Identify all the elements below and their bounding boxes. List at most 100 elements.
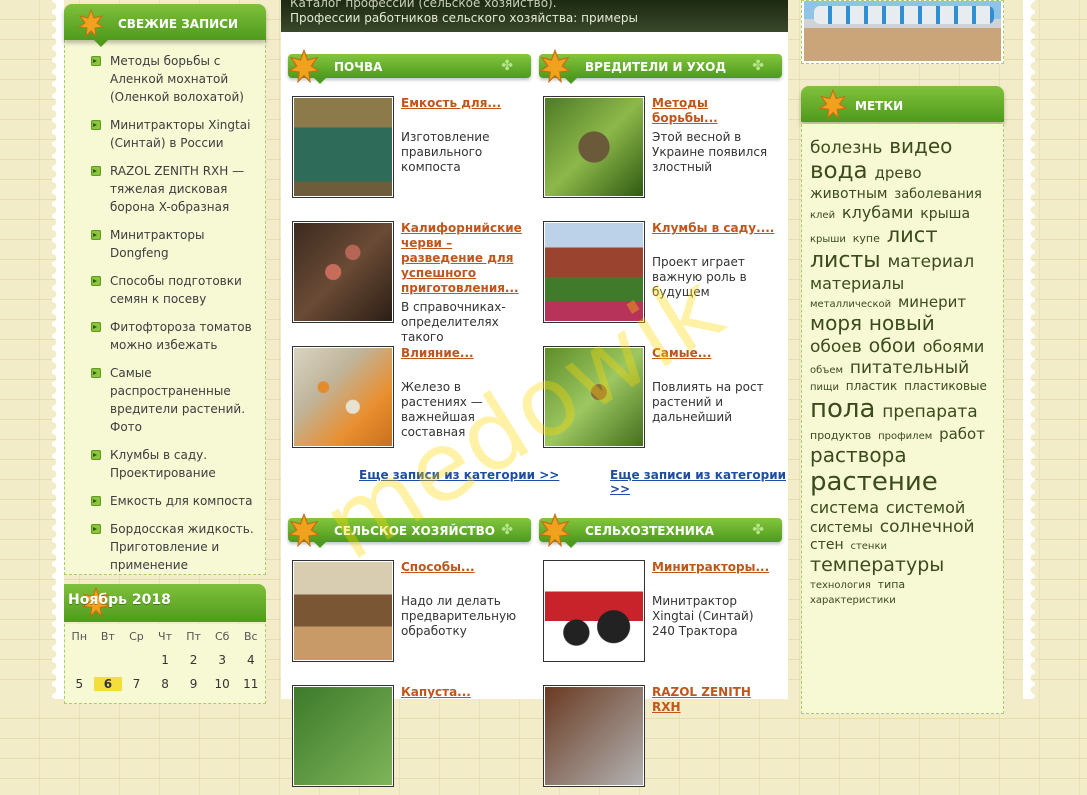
category-header-pests[interactable]: ВРЕДИТЕЛИ И УХОД ✤ <box>535 44 782 84</box>
tag-link[interactable]: стен <box>810 537 844 553</box>
post-title-link[interactable]: Минитракторы... <box>652 560 777 575</box>
tag-link[interactable]: заболевания <box>894 187 982 202</box>
post-thumbnail[interactable] <box>543 346 645 448</box>
recent-post-item[interactable]: Способы подготовки семян к посеву <box>83 272 259 308</box>
recent-post-link[interactable]: Методы борьбы с Аленкой мохнатой (Оленко… <box>110 54 244 104</box>
tag-link[interactable]: объем <box>810 365 843 376</box>
calendar-day[interactable]: 10 <box>208 677 237 691</box>
menu-link[interactable]: Каталог профессий (сельское хозяйство). <box>290 0 557 10</box>
recent-post-link[interactable]: Самые распространенные вредители растени… <box>110 366 245 434</box>
post-title-link[interactable]: Клумбы в саду.... <box>652 221 777 236</box>
recent-post-link[interactable]: Бордосская жидкость. Приготовление и при… <box>110 522 254 572</box>
tag-link[interactable]: препарата <box>882 402 977 422</box>
recent-post-item[interactable]: RAZOL ZENITH RXH — тяжелая дисковая боро… <box>83 162 259 216</box>
tag-link[interactable]: материалы <box>810 274 904 293</box>
recent-post-link[interactable]: Способы подготовки семян к посеву <box>110 274 242 306</box>
menu-link[interactable]: Профессии работников сельского хозяйства… <box>290 11 638 25</box>
recent-post-item[interactable]: Самые распространенные вредители растени… <box>83 364 259 436</box>
tag-link[interactable]: обои <box>869 335 916 357</box>
tag-link[interactable]: вода <box>810 158 868 184</box>
post-card[interactable]: Способы... Надо ли делать предварительную… <box>292 560 537 670</box>
post-title-link[interactable]: RAZOL ZENITH RXH <box>652 685 777 715</box>
tag-link[interactable]: системой <box>886 498 965 517</box>
recent-post-link[interactable]: Фитофтороза томатов можно избежать <box>110 320 252 352</box>
tag-link[interactable]: работ <box>939 425 985 443</box>
tag-link[interactable]: растение <box>810 467 938 497</box>
recent-post-link[interactable]: Минитракторы Xingtai (Синтай) в России <box>110 118 250 150</box>
tag-link[interactable]: питательный <box>850 358 969 378</box>
tag-link[interactable]: металлической <box>810 299 891 310</box>
tag-link[interactable]: пола <box>810 394 875 424</box>
tag-link[interactable]: температуры <box>810 554 944 576</box>
recent-post-link[interactable]: Емкость для компоста <box>110 494 252 508</box>
tag-link[interactable]: минерит <box>898 293 966 311</box>
recent-post-link[interactable]: Минитракторы Dongfeng <box>110 228 204 260</box>
category-header-soil[interactable]: ПОЧВА ✤ <box>284 44 531 84</box>
calendar-day[interactable]: 1 <box>151 653 180 667</box>
tag-link[interactable]: пластиковые <box>904 379 987 393</box>
tag-link[interactable]: профилем <box>878 431 932 442</box>
recent-post-item[interactable]: Фитофтороза томатов можно избежать <box>83 318 259 354</box>
recent-post-link[interactable]: RAZOL ZENITH RXH — тяжелая дисковая боро… <box>110 164 244 214</box>
calendar-day[interactable]: 11 <box>236 677 265 691</box>
recent-post-item[interactable]: Емкость для компоста <box>83 492 259 510</box>
post-card[interactable]: Минитракторы... Минитрактор Xingtai (Синт… <box>543 560 788 670</box>
recent-post-item[interactable]: Методы борьбы с Аленкой мохнатой (Оленко… <box>83 52 259 106</box>
tag-link[interactable]: животным <box>810 186 887 202</box>
tag-link[interactable]: обоев <box>810 337 862 357</box>
post-thumbnail[interactable] <box>543 96 645 198</box>
category-header-agriculture[interactable]: СЕЛЬСКОЕ ХОЗЯЙСТВО ✤ <box>284 508 531 548</box>
tag-link[interactable]: пластик <box>846 379 898 393</box>
tag-link[interactable]: крыша <box>920 206 970 222</box>
post-thumbnail[interactable] <box>543 221 645 323</box>
post-title-link[interactable]: Емкость для... <box>401 96 526 111</box>
post-thumbnail[interactable] <box>292 560 394 662</box>
post-thumbnail[interactable] <box>543 685 645 787</box>
category-header-machinery[interactable]: СЕЛЬХОЗТЕХНИКА ✤ <box>535 508 782 548</box>
tag-link[interactable]: видео <box>889 134 952 158</box>
post-thumbnail[interactable] <box>292 221 394 323</box>
recent-post-item[interactable]: Клумбы в саду. Проектирование <box>83 446 259 482</box>
post-card[interactable]: Клумбы в саду.... Проект играет важную ро… <box>543 221 788 331</box>
more-posts-link-soil[interactable]: Еще записи из категории >> <box>359 468 559 482</box>
tag-link[interactable]: система <box>810 498 879 517</box>
post-thumbnail[interactable] <box>292 685 394 787</box>
recent-post-item[interactable]: Минитракторы Dongfeng <box>83 226 259 262</box>
tag-link[interactable]: новый <box>869 311 935 335</box>
post-title-link[interactable]: Методы борьбы... <box>652 96 777 126</box>
calendar-day[interactable]: 4 <box>236 653 265 667</box>
tag-link[interactable]: листы <box>810 248 881 273</box>
post-card[interactable]: RAZOL ZENITH RXH <box>543 685 788 795</box>
calendar-day[interactable]: 6 <box>93 677 123 691</box>
tag-link[interactable]: продуктов <box>810 429 871 442</box>
tag-link[interactable]: характеристики <box>810 595 896 606</box>
tag-link[interactable]: болезнь <box>810 138 882 158</box>
post-title-link[interactable]: Самые... <box>652 346 777 361</box>
tag-link[interactable]: клей <box>810 210 835 221</box>
tag-link[interactable]: технология <box>810 580 871 591</box>
recent-post-item[interactable]: Минитракторы Xingtai (Синтай) в России <box>83 116 259 152</box>
tag-link[interactable]: системы <box>810 520 873 536</box>
tag-link[interactable]: крыши <box>810 234 846 245</box>
tag-link[interactable]: солнечной <box>880 517 975 537</box>
recent-post-link[interactable]: Клумбы в саду. Проектирование <box>110 448 216 480</box>
calendar-day[interactable]: 3 <box>208 653 237 667</box>
tag-link[interactable]: обоями <box>923 337 985 356</box>
post-card[interactable]: Капуста... <box>292 685 537 795</box>
calendar-day[interactable]: 2 <box>179 653 208 667</box>
seeder-banner[interactable] <box>801 0 1004 64</box>
tag-link[interactable]: стенки <box>850 541 887 552</box>
tag-link[interactable]: моря <box>810 311 862 335</box>
tag-link[interactable]: пищи <box>810 382 839 393</box>
post-card[interactable]: Влияние... Железо в растениях — важнейшая… <box>292 346 537 456</box>
tag-link[interactable]: клубами <box>842 203 914 222</box>
tag-link[interactable]: раствора <box>810 443 907 467</box>
post-title-link[interactable]: Капуста... <box>401 685 526 700</box>
tag-link[interactable]: древо <box>874 164 921 182</box>
post-thumbnail[interactable] <box>292 96 394 198</box>
post-thumbnail[interactable] <box>543 560 645 662</box>
calendar-day[interactable]: 7 <box>122 677 151 691</box>
tag-link[interactable]: типа <box>878 578 906 591</box>
tag-link[interactable]: купе <box>853 232 880 245</box>
tag-link[interactable]: материал <box>887 252 974 272</box>
